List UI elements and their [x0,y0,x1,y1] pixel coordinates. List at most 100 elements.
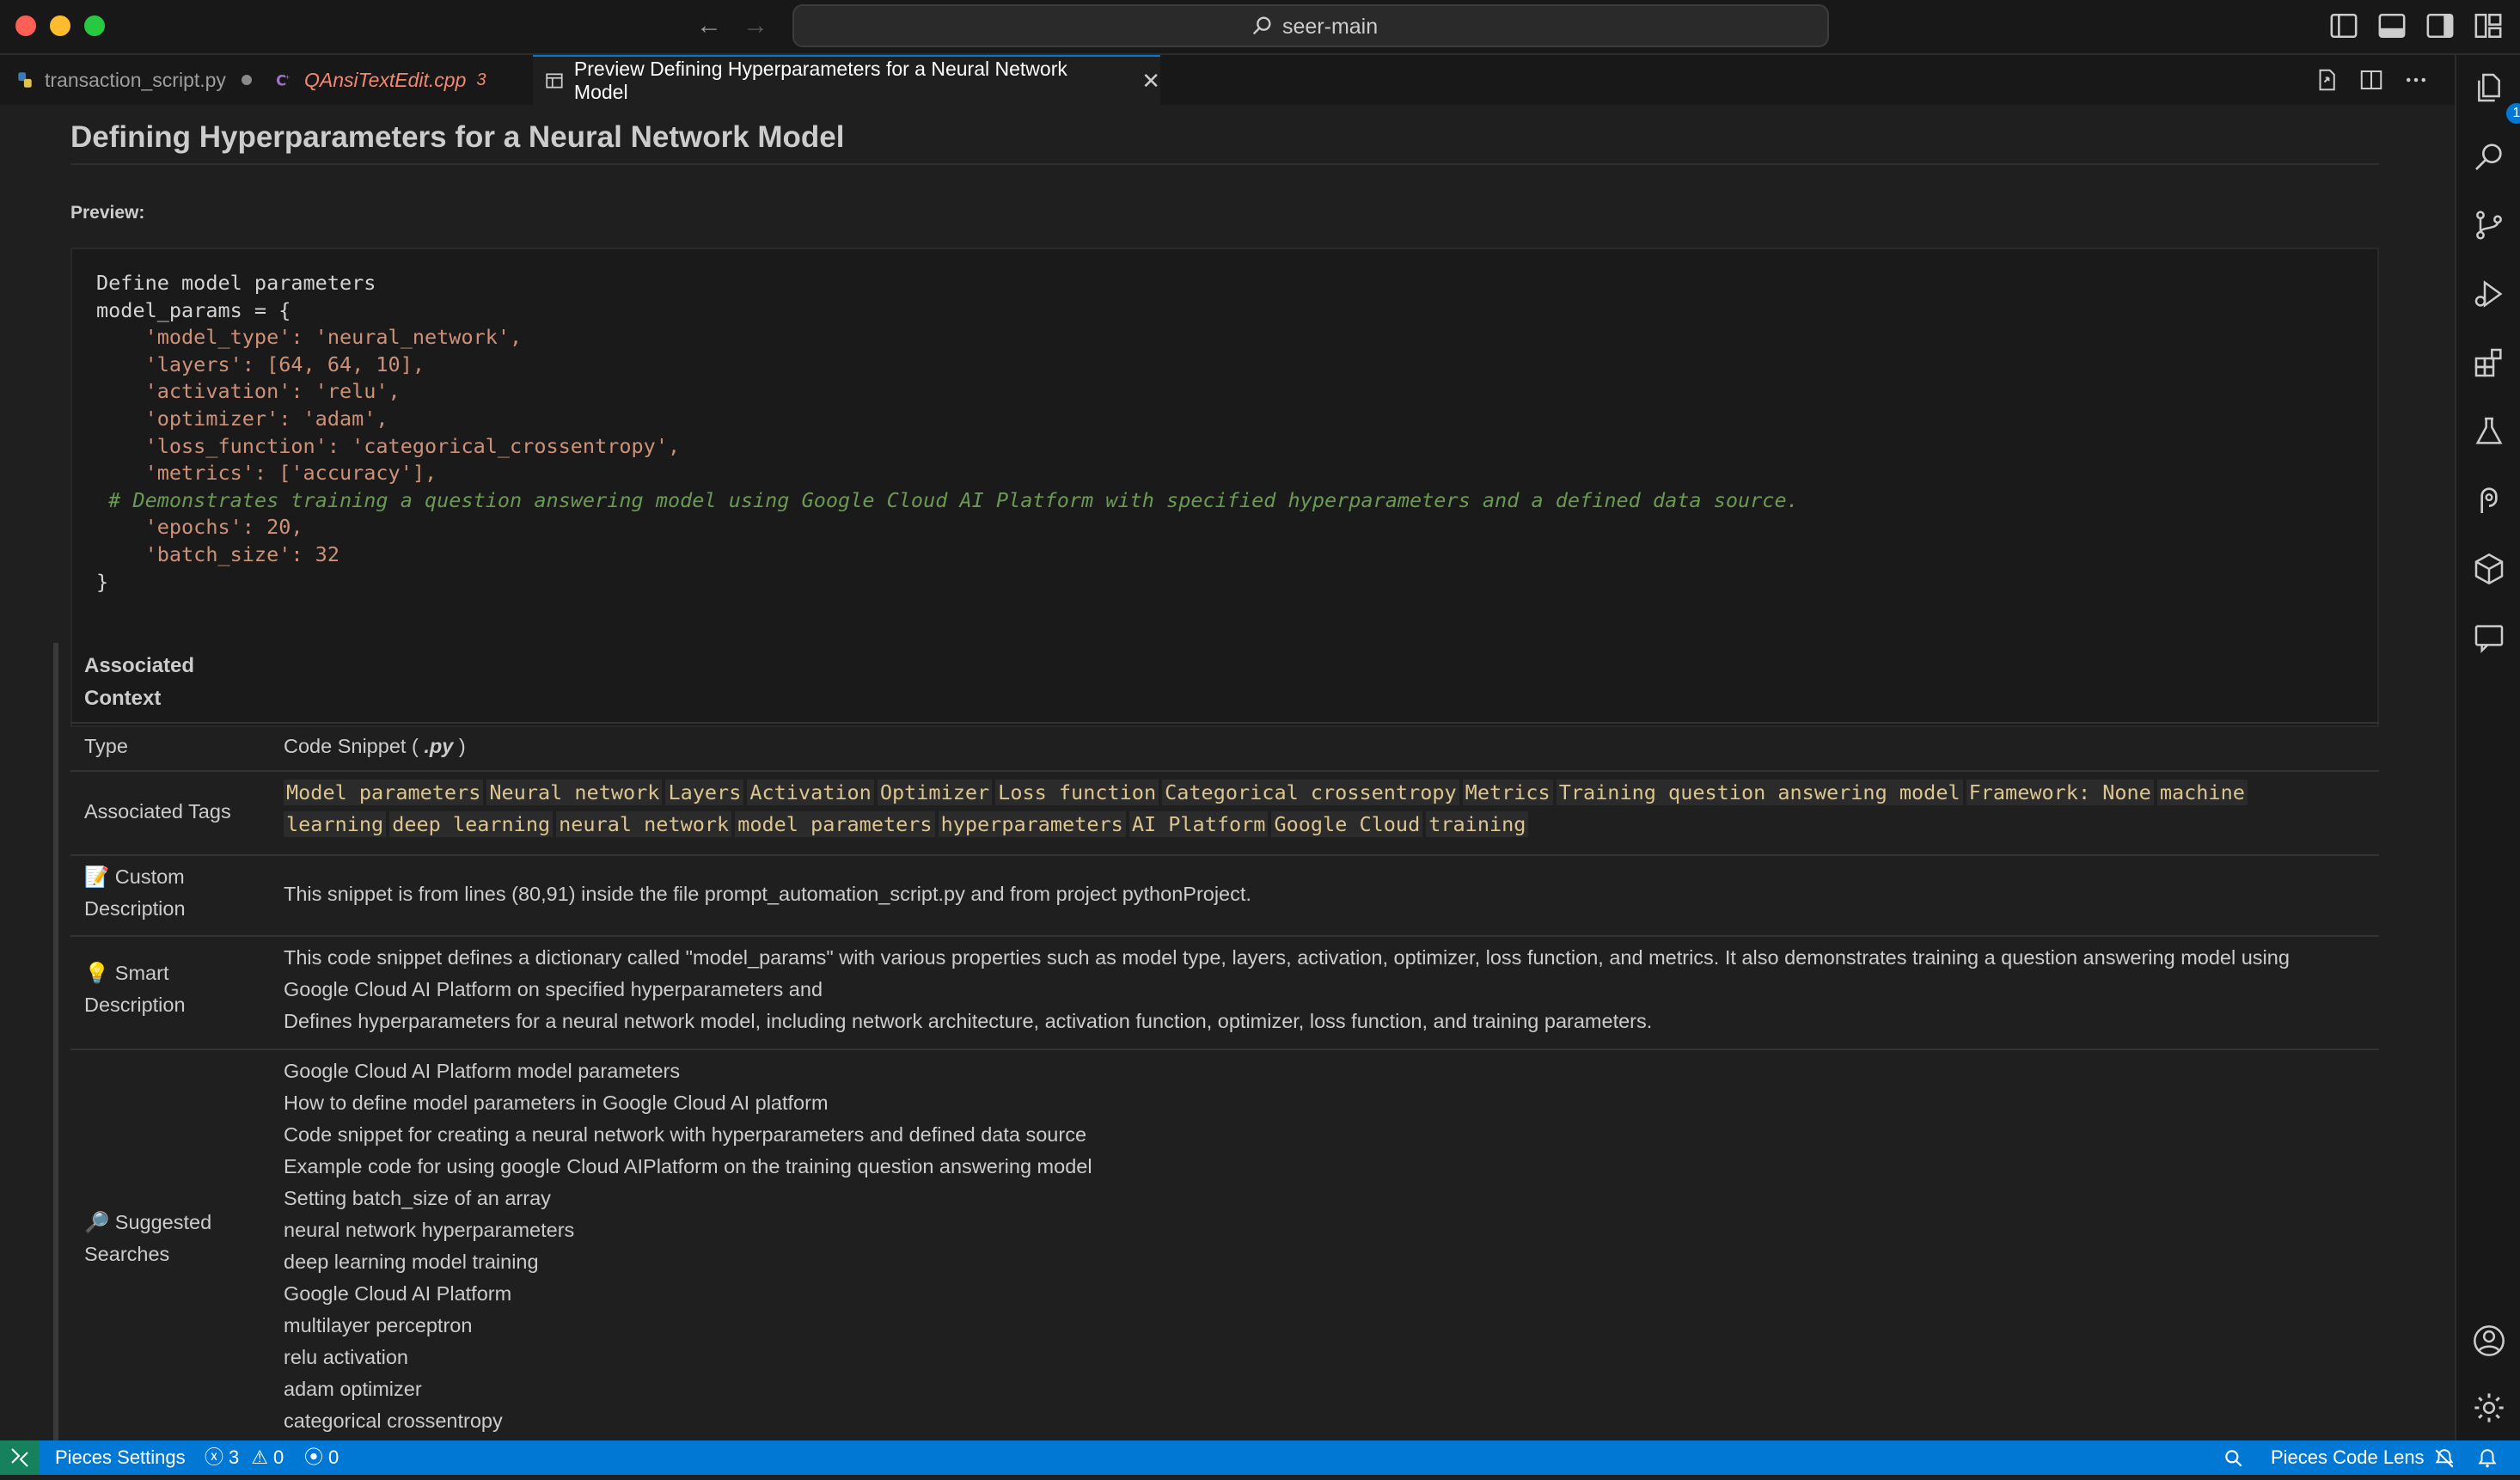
remote-icon [11,1448,28,1467]
magnifier-icon: 🔎 [84,1211,110,1233]
tab-transaction-script[interactable]: transaction_script.py [15,55,252,105]
zoom-icon[interactable] [2223,1447,2245,1470]
code-line: } [96,569,109,594]
code-line: 'batch_size': 32 [96,541,339,566]
search-suggestion[interactable]: multilayer perceptron [284,1310,2364,1342]
title-bar: ← → seer-main [0,0,2520,55]
memo-icon: 📝 [84,865,110,888]
tag[interactable]: Loss function [995,780,1159,805]
tag[interactable]: Framework: None [1966,780,2154,805]
unsaved-dot-icon [241,75,252,85]
search-suggestion[interactable]: Google Cloud AI Platform model parameter… [284,1055,2364,1087]
package-icon[interactable] [2472,552,2506,586]
ports-indicator[interactable]: ⦿ 0 [304,1447,339,1468]
search-suggestion[interactable]: Example code for using google Cloud AIPl… [284,1151,2364,1183]
tab-qansitextedit[interactable]: C + QAnsiTextEdit.cpp 3 [275,55,486,105]
tag[interactable]: Model parameters [284,780,484,805]
tag[interactable]: AI Platform [1128,811,1269,837]
tag[interactable]: Activation [747,780,874,805]
error-icon: ⓧ [205,1446,224,1468]
settings-gear-icon[interactable] [2472,1391,2506,1425]
tab-preview[interactable]: Preview Defining Hyperparameters for a N… [533,55,1160,105]
tag[interactable]: Layers [665,780,744,805]
tag[interactable]: machine [2156,780,2248,805]
split-editor-icon[interactable] [2358,67,2384,93]
tag[interactable]: training [1426,811,1529,837]
search-suggestion[interactable]: adam optimizer [284,1373,2364,1405]
lightbulb-icon: 💡 [84,962,110,984]
explorer-icon[interactable]: 1 [2472,70,2520,124]
tab-label: QAnsiTextEdit.cpp [304,68,467,91]
search-suggestion[interactable]: relu activation [284,1342,2364,1373]
tag[interactable]: Categorical crossentropy [1162,780,1459,805]
search-suggestion[interactable]: Setting batch_size of an array [284,1183,2364,1214]
pieces-settings-button[interactable]: Pieces Settings [55,1447,186,1468]
code-line: 'metrics': ['accuracy'], [96,461,437,486]
testing-icon[interactable] [2472,414,2506,449]
type-value: Code Snippet ( .py ) [284,735,466,757]
open-source-icon[interactable] [2314,67,2340,93]
cpp-file-icon: C+ [276,73,290,89]
tag[interactable]: Training question answering model [1556,780,1963,805]
search-suggestion[interactable]: How to define model parameters in Google… [284,1087,2364,1119]
tag[interactable]: Neural network [486,780,663,805]
pieces-code-lens-button[interactable]: Pieces Code Lens [2271,1447,2425,1468]
code-line: 'optimizer': 'adam', [96,406,388,431]
source-control-icon[interactable] [2472,208,2506,242]
maximize-window-button[interactable] [84,15,105,36]
code-line: 'activation': 'relu', [96,379,401,404]
search-icon[interactable] [2472,139,2506,174]
tag[interactable]: deep learning [389,811,554,837]
tag[interactable]: neural network [556,811,732,837]
search-suggestion[interactable]: neural network hyperparameters [284,1214,2364,1246]
table-row-type: Type Code Snippet ( .py ) [70,722,2379,770]
toggle-primary-sidebar-icon[interactable] [2329,12,2358,40]
customize-layout-icon[interactable] [2474,12,2503,40]
code-line: Define model parameters [96,271,376,295]
tags-label: Associated Tags [84,800,231,823]
tags-list: Model parameters Neural network Layers Acti… [284,777,2364,841]
notifications-bell-icon[interactable] [2475,1447,2499,1470]
extensions-icon[interactable] [2472,346,2506,380]
chat-icon[interactable] [2472,621,2506,655]
toggle-panel-icon[interactable] [2377,12,2407,40]
tab-label: Preview Defining Hyperparameters for a N… [573,58,1067,103]
warning-icon: ⚠ [251,1446,268,1468]
close-window-button[interactable] [15,15,36,36]
search-suggestion[interactable]: deep learning model training [284,1246,2364,1278]
tag[interactable]: Metrics [1462,780,1553,805]
table-row-tags: Associated Tags Model parameters Neural n… [70,770,2379,854]
workspace-name: seer-main [1282,15,1379,39]
layout-controls [2329,12,2503,40]
code-preview-block: Define model parameters model_params = {… [70,248,2379,727]
custom-description-label: 📝 Custom Description [84,865,186,920]
code-line: 'loss_function': 'categorical_crossentro… [96,433,681,458]
search-suggestion[interactable]: categorical crossentropy [284,1405,2364,1437]
run-debug-icon[interactable] [2472,277,2506,311]
table-row-suggested-searches: 🔎 Suggested Searches Google Cloud AI Pla… [70,1049,2379,1440]
tag[interactable]: learning [284,811,387,837]
forward-arrow-icon[interactable]: → [743,10,768,41]
tag[interactable]: Google Cloud [1271,811,1423,837]
tab-problem-count: 3 [476,70,486,89]
minimize-window-button[interactable] [50,15,70,36]
explorer-badge: 1 [2506,103,2520,124]
tag[interactable]: model parameters [735,811,935,837]
toggle-secondary-sidebar-icon[interactable] [2425,12,2455,40]
do-not-disturb-icon[interactable] [2432,1447,2456,1470]
close-tab-icon[interactable]: ✕ [1141,68,1160,95]
command-center-search[interactable]: seer-main [792,4,1829,47]
tag[interactable]: hyperparameters [938,811,1126,837]
tag[interactable]: Optimizer [877,780,993,805]
broadcast-icon: ⦿ [304,1446,324,1468]
code-line: 'epochs': 20, [96,515,303,540]
code-line: 'layers': [64, 64, 10], [96,352,425,376]
search-suggestion[interactable]: Code snippet for creating a neural netwo… [284,1119,2364,1151]
remote-indicator[interactable] [0,1440,40,1475]
more-actions-icon[interactable] [2403,67,2429,93]
account-icon[interactable] [2472,1324,2506,1358]
problems-indicator[interactable]: ⓧ 3 ⚠ 0 [205,1447,284,1468]
back-arrow-icon[interactable]: ← [696,10,722,41]
pieces-icon[interactable] [2472,483,2506,517]
search-suggestion[interactable]: Google Cloud AI Platform [284,1278,2364,1310]
